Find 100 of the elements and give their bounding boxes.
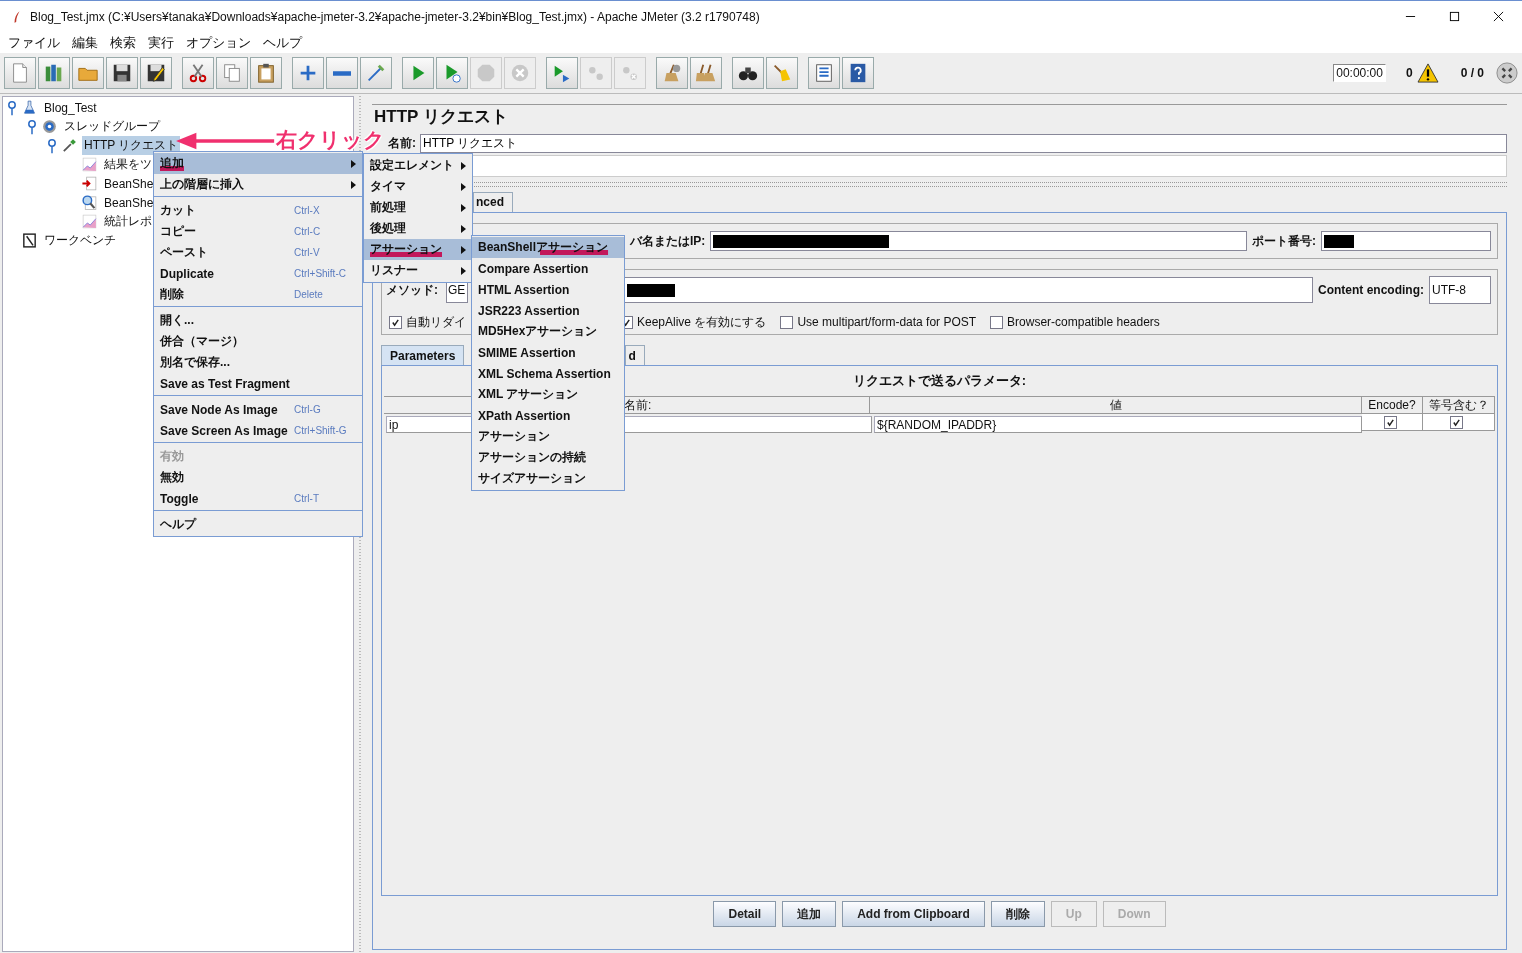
toolbar-button[interactable]	[732, 57, 764, 89]
encoding-field[interactable]: UTF-8	[1429, 276, 1491, 304]
tab[interactable]: Parameters	[381, 345, 465, 365]
checkbox[interactable]	[389, 315, 402, 329]
copy-pages-icon	[221, 62, 243, 84]
elapsed-time: 00:00:00	[1333, 64, 1386, 82]
menu-item[interactable]: コピー Ctrl-C	[154, 221, 362, 242]
menu-item[interactable]: 上の階層に挿入	[154, 174, 362, 195]
action-button[interactable]: 削除	[990, 901, 1045, 927]
menu-item[interactable]: ヘルプ	[154, 514, 362, 535]
expand-handle-icon[interactable]	[27, 118, 37, 135]
menu-item[interactable]: 別名で保存...	[154, 352, 362, 373]
expand-handle-icon[interactable]	[7, 99, 17, 116]
annotation-text: 右クリック	[276, 127, 385, 153]
field-label: バ名またはIP:	[630, 232, 706, 250]
menu-item[interactable]: 後処理	[364, 218, 472, 239]
menu-item[interactable]: 削除 Delete	[154, 284, 362, 305]
menu-item[interactable]: ペースト Ctrl-V	[154, 242, 362, 263]
floppy-pencil-icon	[145, 62, 167, 84]
menu-item[interactable]: 編集	[70, 33, 104, 52]
menu-item[interactable]: JSR223 Assertion	[472, 300, 624, 321]
menu-item[interactable]: タイマ	[364, 176, 472, 197]
tree-item[interactable]: 結果をツ	[102, 155, 154, 174]
redaction-bar	[627, 283, 675, 297]
tree-item[interactable]: スレッドグループ	[62, 117, 162, 136]
menu-item[interactable]: Save Node As Image Ctrl-G	[154, 399, 362, 420]
name-field[interactable]: HTTP リクエスト	[420, 134, 1507, 153]
x-circle-icon	[509, 62, 531, 84]
pipette-icon	[61, 137, 78, 154]
checkbox[interactable]	[1450, 415, 1463, 429]
table-title: リクエストで送るパラメータ:	[852, 372, 1027, 390]
menu-item[interactable]: XML Schema Assertion	[472, 363, 624, 384]
maximize-icon[interactable]	[1449, 11, 1460, 22]
checkbox[interactable]	[1383, 415, 1397, 429]
menu-item[interactable]: 無効	[154, 467, 362, 488]
toolbar-button[interactable]	[106, 57, 138, 89]
broom-icon	[771, 62, 793, 84]
checkbox-label: 自動リダイ	[406, 313, 466, 331]
menu-item[interactable]: HTML Assertion	[472, 279, 624, 300]
close-icon[interactable]	[1493, 11, 1504, 22]
menu-item[interactable]: アサーションの持続	[472, 447, 624, 468]
menu-item[interactable]: 実行	[146, 33, 180, 52]
menu-item[interactable]: Save as Test Fragment	[154, 373, 362, 394]
thread-count: 0 / 0	[1460, 66, 1484, 80]
field-label: メソッド:	[386, 281, 439, 299]
checkbox-label: Use multipart/form-data for POST	[797, 315, 977, 329]
tree-item[interactable]: HTTP リクエスト	[82, 136, 181, 155]
tree-item[interactable]: 統計レポ	[102, 212, 154, 231]
expand-handle-icon[interactable]	[47, 137, 57, 154]
menu-item[interactable]: サイズアサーション	[472, 468, 624, 489]
server-field[interactable]	[710, 231, 1247, 251]
minus-icon	[333, 70, 351, 76]
tab[interactable]: d	[625, 345, 645, 365]
menu-item[interactable]: 開く...	[154, 310, 362, 331]
flask-icon	[21, 99, 38, 116]
action-button[interactable]: 追加	[782, 901, 837, 927]
path-field[interactable]	[624, 277, 1313, 303]
menu-item[interactable]: Toggle Ctrl-T	[154, 488, 362, 509]
field-label: Content encoding:	[1318, 283, 1424, 297]
table-cell: ${RANDOM_IPADDR}	[874, 416, 1362, 433]
feather-icon	[12, 9, 22, 24]
warning-count: 0	[1405, 66, 1413, 80]
tab[interactable]: nced	[473, 192, 513, 212]
list-icon	[813, 62, 835, 84]
action-button[interactable]: Add from Clipboard	[842, 901, 985, 927]
tree-item[interactable]: Blog_Test	[42, 99, 99, 116]
chart-icon	[81, 156, 98, 173]
menu-item[interactable]: 前処理	[364, 197, 472, 218]
wand-icon	[365, 62, 387, 84]
gear-icon	[41, 118, 58, 135]
tree-item[interactable]: ワークベンチ	[42, 231, 118, 250]
notepad-icon	[21, 232, 38, 249]
menu-item[interactable]: Duplicate Ctrl+Shift-C	[154, 263, 362, 284]
menu-item[interactable]: ヘルプ	[261, 33, 308, 52]
arrow-page-icon	[81, 175, 98, 192]
magnifier-icon	[81, 194, 98, 211]
port-field[interactable]	[1321, 231, 1491, 251]
status-circle-icon	[1496, 62, 1518, 84]
checkbox-label: KeepAlive を有効にする	[637, 313, 767, 331]
stop-sign-icon	[475, 62, 497, 84]
checkbox[interactable]	[990, 315, 1004, 329]
checkbox[interactable]	[780, 315, 794, 329]
brooms-icon	[695, 62, 717, 84]
menu-item[interactable]: Compare Assertion	[472, 258, 624, 279]
menu-item[interactable]: 併合（マージ）	[154, 331, 362, 352]
action-button[interactable]: Detail	[713, 901, 777, 927]
field-label: 名前:	[387, 135, 416, 152]
toolbar-button[interactable]	[140, 57, 172, 89]
menu-item[interactable]: 設定エレメント	[364, 155, 472, 176]
menu-item[interactable]: MD5Hexアサーション	[472, 321, 624, 342]
tree-item[interactable]: BeanShe	[102, 175, 156, 192]
menu-item[interactable]: Save Screen As Image Ctrl+Shift-G	[154, 420, 362, 441]
tree-item[interactable]: BeanShe	[102, 194, 156, 211]
menu-item[interactable]: ファイル	[6, 33, 66, 52]
menu-item[interactable]: オプション	[184, 33, 257, 52]
chart-icon	[81, 213, 98, 230]
menu-item[interactable]: SMIME Assertion	[472, 342, 624, 363]
menu-item[interactable]: 検索	[108, 33, 142, 52]
toolbar-button[interactable]	[842, 57, 874, 89]
menu-item[interactable]: カット Ctrl-X	[154, 200, 362, 221]
